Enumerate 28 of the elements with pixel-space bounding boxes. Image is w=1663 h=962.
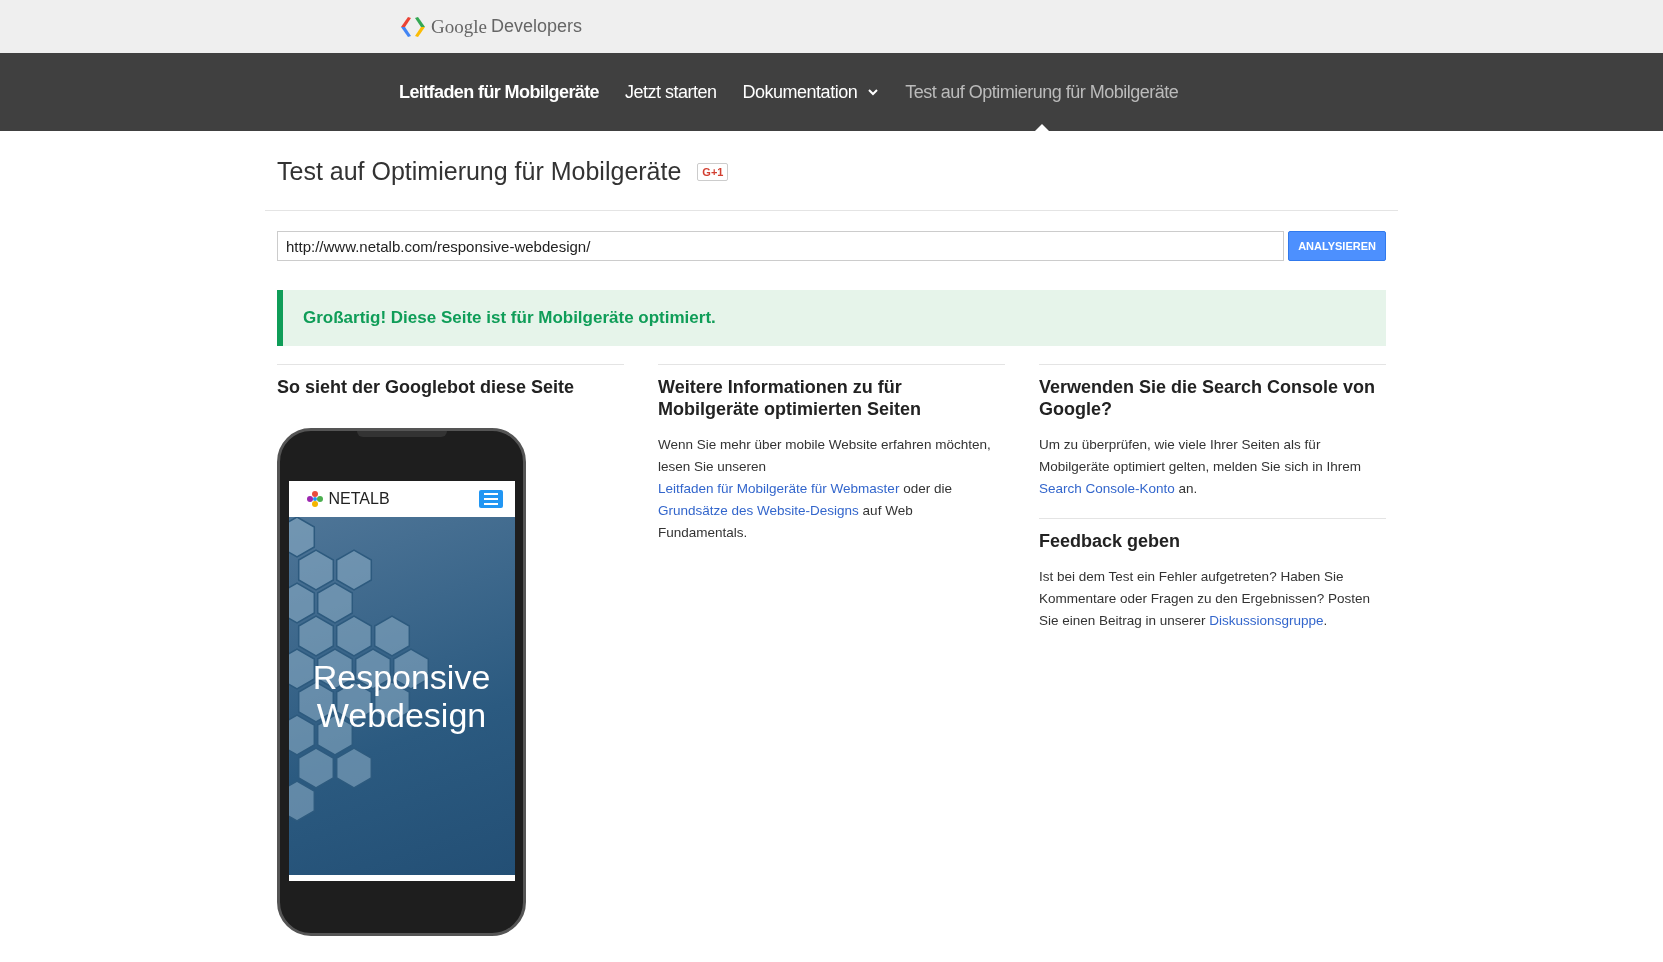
text-link[interactable]: Leitfaden für Mobilgeräte für Webmaster	[658, 481, 900, 496]
paragraph: Um zu überprüfen, wie viele Ihrer Seiten als für Mobilgeräte optimiert gelten, melden Sie sich in Ihrem Search Console-Konto an.	[1039, 436, 1362, 498]
nav-link[interactable]: Jetzt starten	[625, 53, 717, 131]
section-heading: Weitere Informationen zu für Mobilgeräte optimierten Seiten	[658, 376, 923, 420]
nav-link[interactable]: Test auf Optimierung für Mobilgeräte	[905, 53, 1179, 131]
menu-icon	[478, 490, 503, 508]
flower-logo-icon	[304, 489, 325, 509]
site-logo-text: NETALB	[328, 490, 390, 508]
hero-title: Responsive Webdesign	[311, 658, 492, 734]
active-indicator	[1034, 124, 1049, 131]
text-link[interactable]: Grundsätze des Website-Designs	[658, 503, 859, 518]
section-heading: Verwenden Sie die Search Console von Google?	[1039, 376, 1377, 420]
chevron-logo-icon	[399, 14, 427, 39]
analyze-button[interactable]: ANALYSIEREN	[1288, 231, 1386, 261]
caret-icon	[867, 88, 880, 96]
page-title: Test auf Optimierung für Mobilgeräte	[277, 157, 682, 186]
logo-text: Google	[431, 15, 487, 38]
paragraph: Wenn Sie mehr über mobile Website erfahren möchten, lesen Sie unseren Leitfaden für Mobilgeräte für Webmaster oder die Grundsätze des Website-Designs auf Web Fundamentals.	[658, 436, 992, 542]
paragraph: Ist bei dem Test ein Fehler aufgetreten? Haben Sie Kommentare oder Fragen zu den Ergebnissen? Posten Sie einen Beitrag in unserer Diskussionsgruppe.	[1039, 568, 1371, 630]
plus-one-button[interactable]: G+1	[697, 162, 729, 181]
section-heading: So sieht der Googlebot diese Seite	[277, 364, 624, 398]
text-link[interactable]: Search Console-Konto	[1039, 481, 1175, 496]
nav-title-link[interactable]: Leitfaden für Mobilgeräte	[399, 81, 600, 103]
url-field[interactable]: http://www.netalb.com/responsive-webdesign/	[277, 231, 1285, 261]
section-heading: Feedback geben	[1039, 530, 1182, 552]
success-message: Großartig! Diese Seite ist für Mobilgeräte optimiert.	[277, 290, 1386, 346]
logo-text: Developers	[490, 16, 582, 37]
nav-link[interactable]: Dokumentation	[742, 53, 880, 131]
